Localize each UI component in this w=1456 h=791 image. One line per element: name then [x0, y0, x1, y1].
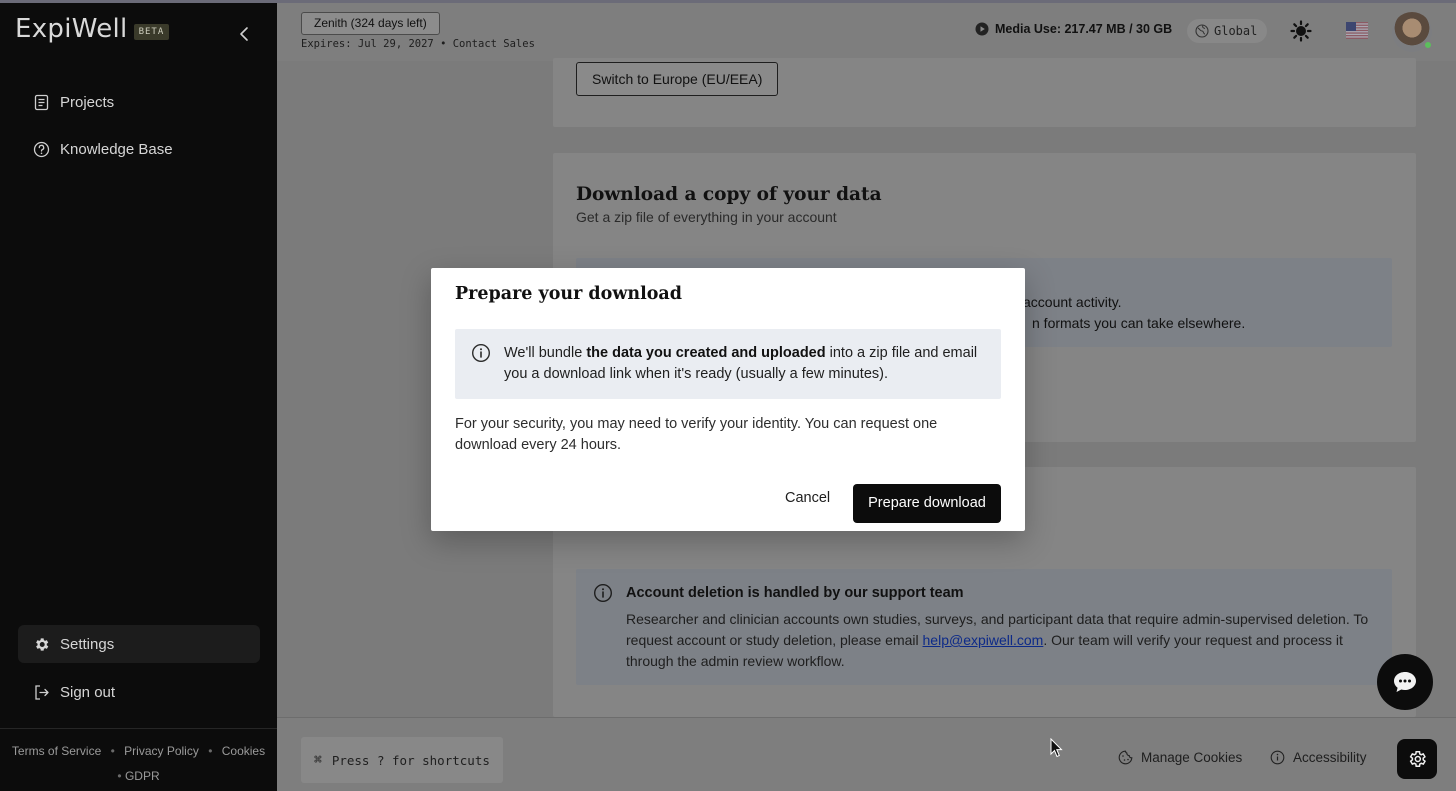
sidebar: ExpiWell BETA Projects Knowledge Base Se…: [0, 0, 277, 791]
deletion-info-box: Account deletion is handled by our suppo…: [576, 569, 1392, 685]
mouse-cursor-icon: [1050, 738, 1063, 758]
manage-cookies-link[interactable]: Manage Cookies: [1118, 750, 1242, 765]
region-card: Switch to Europe (EU/EEA): [553, 58, 1416, 127]
bottom-bar: ⌘ Press ? for shortcuts Manage Cookies A…: [277, 717, 1456, 791]
gdpr-link[interactable]: GDPR: [125, 769, 160, 783]
dialog-notice: We'll bundle the data you created and up…: [455, 329, 1001, 399]
manage-cookies-label: Manage Cookies: [1141, 750, 1243, 765]
globe-icon: [1195, 24, 1209, 38]
separator: •: [208, 744, 213, 758]
deletion-body: Researcher and clinician accounts own st…: [626, 609, 1386, 672]
logo-text: ExpiWell: [15, 14, 128, 44]
shortcuts-hint[interactable]: ⌘ Press ? for shortcuts: [301, 737, 503, 783]
notice-text: We'll bundle the data you created and up…: [504, 343, 984, 385]
deletion-title: Account deletion is handled by our suppo…: [626, 585, 964, 601]
sidebar-item-label: Knowledge Base: [60, 140, 173, 158]
sidebar-item-label: Sign out: [60, 683, 116, 701]
info-text: account activity.: [1023, 294, 1122, 310]
info-text: n formats you can take elsewhere.: [1032, 315, 1246, 331]
separator: •: [110, 744, 115, 758]
info-icon: [1270, 750, 1285, 765]
privacy-link[interactable]: Privacy Policy: [124, 744, 199, 758]
prepare-download-button[interactable]: Prepare download: [853, 484, 1001, 523]
info-icon: [471, 343, 491, 363]
switch-region-button[interactable]: Switch to Europe (EU/EEA): [576, 62, 779, 96]
region-selector[interactable]: Global: [1187, 19, 1268, 43]
avatar[interactable]: [1392, 12, 1433, 52]
region-label: Global: [1214, 24, 1258, 38]
section-title: Download a copy of your data: [576, 184, 882, 205]
cookies-link[interactable]: Cookies: [222, 744, 265, 758]
notice-emphasis: the data you created and uploaded: [586, 345, 826, 361]
plan-badge[interactable]: Zenith (324 days left): [301, 12, 440, 35]
window-top-border: [0, 0, 1456, 3]
chat-button[interactable]: [1377, 654, 1433, 710]
shortcuts-text: Press ? for shortcuts: [331, 752, 490, 768]
sidebar-item-projects[interactable]: Projects: [18, 83, 260, 121]
online-status-dot: [1423, 40, 1433, 50]
cancel-button[interactable]: Cancel: [785, 490, 830, 506]
command-key-icon: ⌘: [314, 752, 322, 768]
document-icon: [34, 94, 49, 110]
accessibility-label: Accessibility: [1293, 750, 1367, 765]
top-bar: Zenith (324 days left) Expires: Jul 29, …: [277, 3, 1456, 61]
sidebar-item-sign-out[interactable]: Sign out: [18, 673, 260, 711]
media-usage-text: Media Use: 217.47 MB / 30 GB: [995, 22, 1173, 36]
sidebar-item-settings[interactable]: Settings: [18, 625, 260, 663]
help-circle-icon: [33, 141, 50, 157]
support-email-link[interactable]: help@expiwell.com: [923, 632, 1044, 648]
sidebar-item-knowledge-base[interactable]: Knowledge Base: [18, 130, 260, 168]
chevron-left-icon[interactable]: [236, 24, 254, 44]
gear-icon: [36, 637, 49, 651]
security-note: For your security, you may need to verif…: [455, 416, 938, 453]
accessibility-link[interactable]: Accessibility: [1270, 750, 1367, 765]
theme-toggle-icon[interactable]: [1290, 20, 1312, 42]
prepare-download-dialog: Prepare your download We'll bundle the d…: [431, 268, 1025, 531]
preferences-button[interactable]: [1397, 739, 1437, 779]
terms-link[interactable]: Terms of Service: [12, 744, 101, 758]
gear-icon: [1409, 751, 1426, 767]
dialog-title: Prepare your download: [455, 284, 683, 304]
section-subtitle: Get a zip file of everything in your acc…: [576, 209, 837, 225]
sidebar-footer: Terms of Service • Privacy Policy • Cook…: [0, 728, 277, 789]
plan-expiry: Expires: Jul 29, 2027 • Contact Sales: [301, 38, 535, 50]
sign-out-icon: [35, 684, 49, 700]
chat-bubble-icon: [1394, 672, 1416, 692]
sidebar-item-label: Settings: [60, 635, 115, 653]
notice-text-part: We'll bundle: [504, 345, 587, 361]
info-icon: [593, 583, 613, 603]
sidebar-item-label: Projects: [60, 93, 115, 111]
separator: •: [117, 769, 122, 783]
cookie-icon: [1118, 750, 1133, 765]
play-circle-icon: [975, 22, 989, 36]
beta-badge: BETA: [133, 24, 170, 40]
logo[interactable]: ExpiWell BETA: [15, 14, 170, 44]
us-flag-icon[interactable]: [1346, 22, 1368, 39]
media-usage: Media Use: 217.47 MB / 30 GB: [975, 22, 1172, 36]
